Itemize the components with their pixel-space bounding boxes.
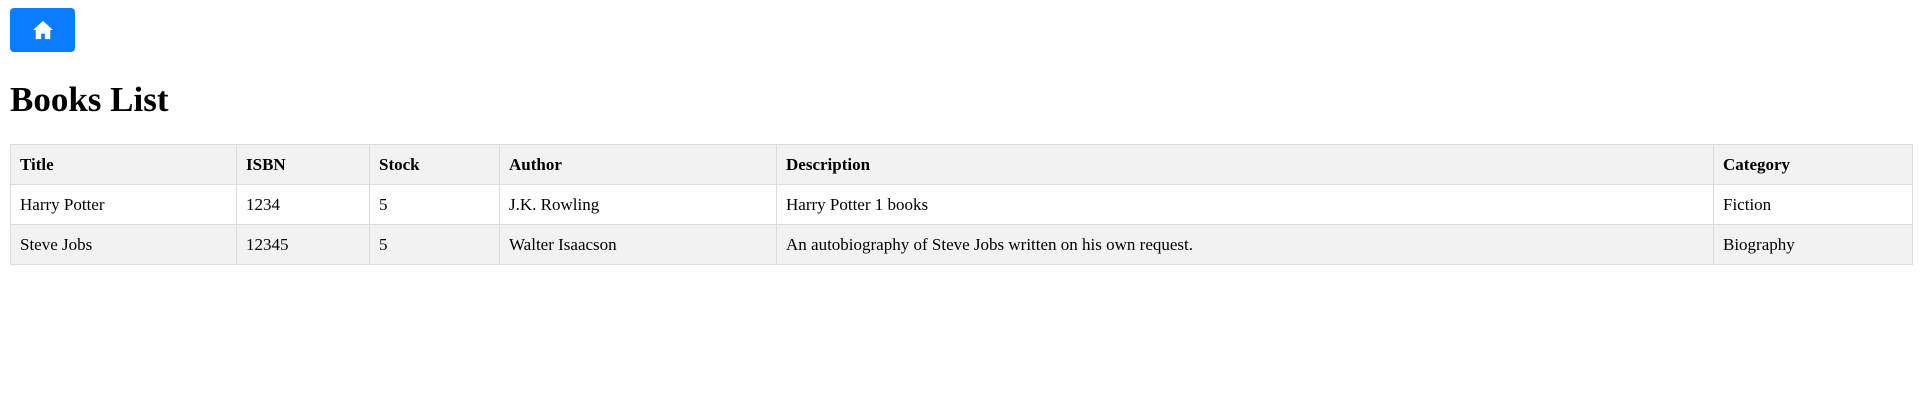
cell-category: Fiction [1713,184,1913,225]
column-header-title[interactable]: Title [10,144,237,185]
cell-category: Biography [1713,224,1913,265]
table-row[interactable]: Harry Potter 1234 5 J.K. Rowling Harry P… [10,184,1913,225]
cell-description: An autobiography of Steve Jobs written o… [776,224,1714,265]
page-title: Books List [10,80,169,119]
cell-title: Steve Jobs [10,224,237,265]
column-header-isbn[interactable]: ISBN [236,144,370,185]
column-header-description[interactable]: Description [776,144,1714,185]
cell-stock: 5 [369,184,500,225]
column-header-category[interactable]: Category [1713,144,1913,185]
cell-stock: 5 [369,224,500,265]
cell-title: Harry Potter [10,184,237,225]
cell-description: Harry Potter 1 books [776,184,1714,225]
cell-isbn: 1234 [236,184,370,225]
home-button[interactable] [10,8,75,52]
table-row[interactable]: Steve Jobs 12345 5 Walter Isaacson An au… [10,224,1913,265]
page: Books List Title ISBN Stock Author Descr… [0,0,1920,273]
column-header-author[interactable]: Author [499,144,777,185]
table-header-row: Title ISBN Stock Author Description Cate… [10,144,1913,185]
cell-author: Walter Isaacson [499,224,777,265]
cell-author: J.K. Rowling [499,184,777,225]
cell-isbn: 12345 [236,224,370,265]
books-table: Title ISBN Stock Author Description Cate… [10,144,1913,265]
home-icon [32,20,54,40]
column-header-stock[interactable]: Stock [369,144,500,185]
